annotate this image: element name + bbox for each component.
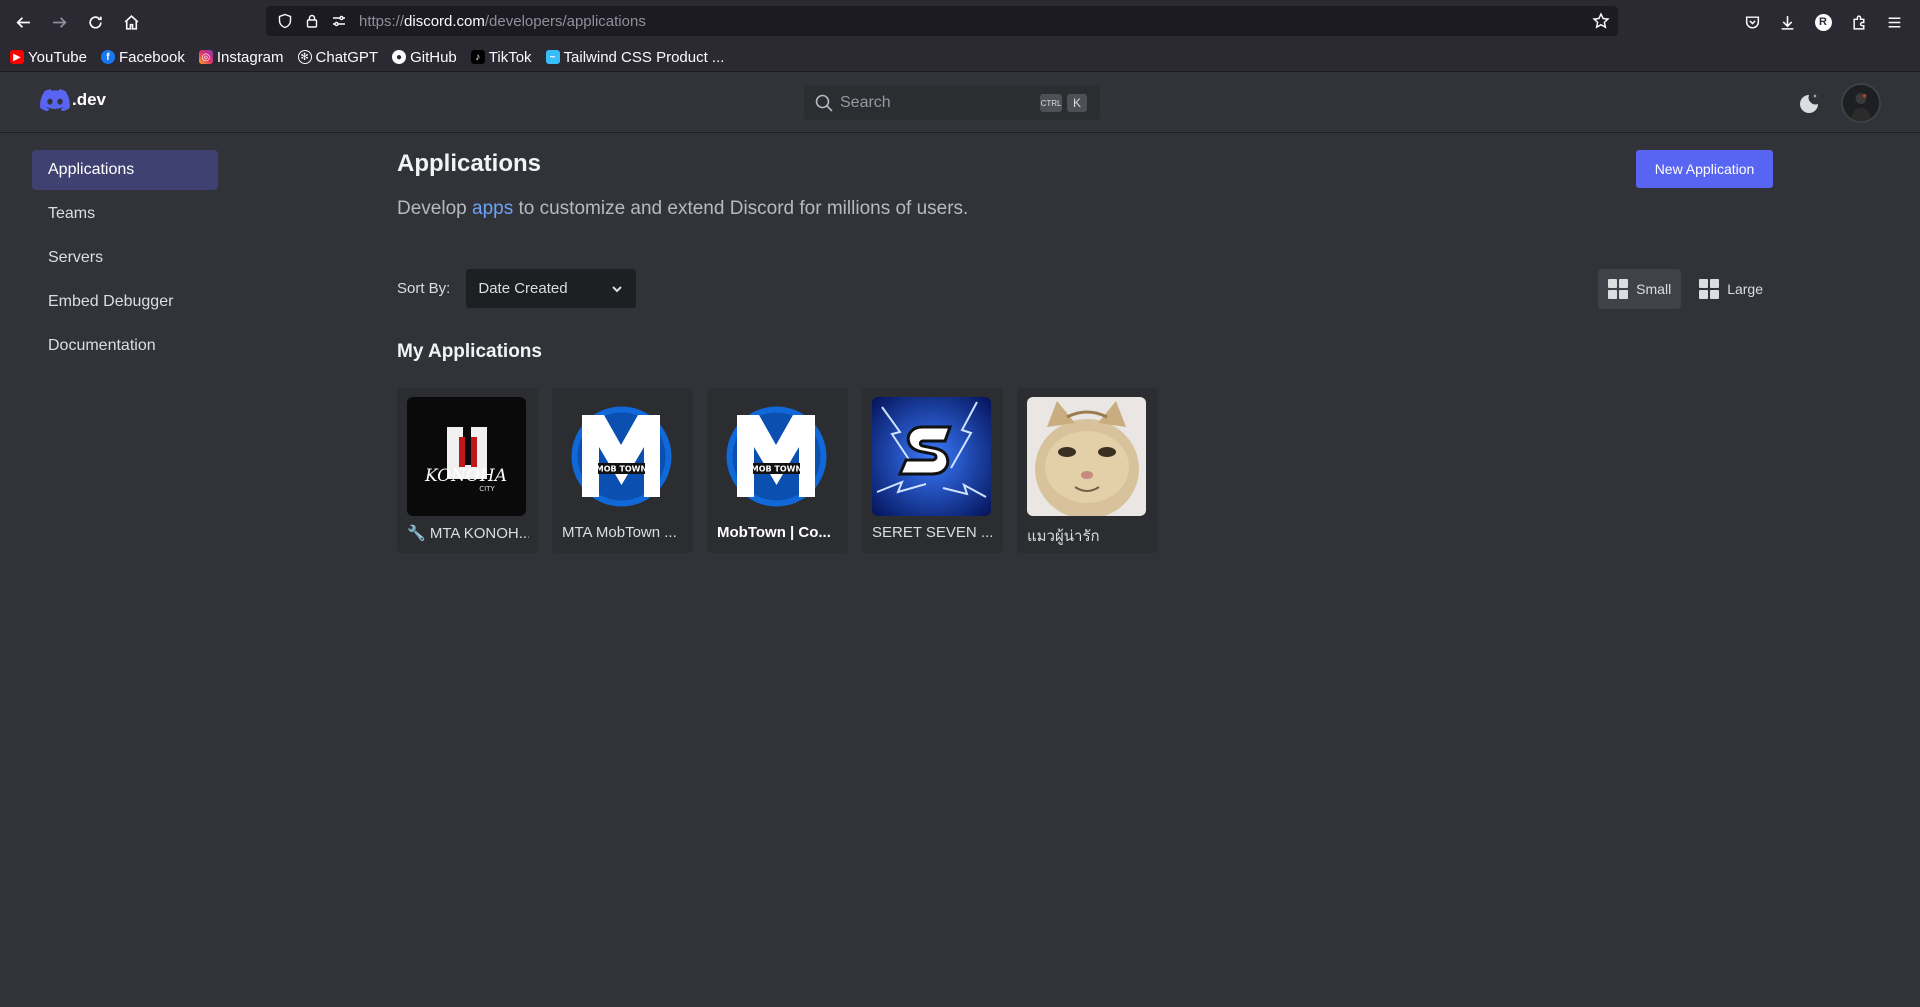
github-icon: ● xyxy=(392,50,407,64)
forward-icon[interactable] xyxy=(45,8,73,36)
app-card[interactable]: KONOHA CITY 🔧 MTA KONOH... xyxy=(397,388,538,553)
view-small-button[interactable]: Small xyxy=(1598,269,1682,309)
tailwind-icon: ~ xyxy=(545,50,560,64)
app-name: MTA MobTown ... xyxy=(562,524,677,541)
bookmark-facebook[interactable]: f Facebook xyxy=(100,49,185,66)
profile-icon[interactable]: R xyxy=(1809,8,1837,36)
main-content: Applications New Application Develop app… xyxy=(397,150,1773,553)
cat-photo xyxy=(1027,397,1146,516)
instagram-icon: ◎ xyxy=(198,50,213,64)
search-icon xyxy=(815,94,833,112)
app-name: MobTown | Co... xyxy=(717,524,831,541)
discord-logo-icon xyxy=(40,89,70,111)
applications-grid: KONOHA CITY 🔧 MTA KONOH... MOB TOWN MTA … xyxy=(397,388,1158,553)
sidebar-item-applications[interactable]: Applications xyxy=(32,150,218,190)
app-name: SERET SEVEN ... xyxy=(872,524,994,541)
url-text[interactable]: https://discord.com/developers/applicati… xyxy=(359,13,646,30)
app-card[interactable]: MOB TOWN MobTown | Co... xyxy=(707,388,848,553)
sidebar: Applications Teams Servers Embed Debugge… xyxy=(32,150,218,370)
app-name: แมวผู้น่ารัก xyxy=(1027,528,1100,545)
mta-mobtown-logo: MOB TOWN xyxy=(717,397,836,516)
bookmark-tiktok[interactable]: ♪ TikTok xyxy=(470,49,532,66)
back-icon[interactable] xyxy=(9,8,37,36)
sort-select[interactable]: Date Created xyxy=(466,269,637,308)
bookmarks-bar: ▶ YouTube f Facebook ◎ Instagram ✻ ChatG… xyxy=(10,44,724,70)
shield-icon[interactable] xyxy=(277,13,293,29)
sidebar-item-servers[interactable]: Servers xyxy=(32,238,218,278)
sort-row: Sort By: Date Created xyxy=(397,269,637,308)
tiktok-icon: ♪ xyxy=(470,50,485,64)
download-icon[interactable] xyxy=(1773,8,1801,36)
mta-mobtown-logo: MOB TOWN xyxy=(562,397,681,516)
browser-toolbar: https://discord.com/developers/applicati… xyxy=(0,0,1920,72)
dark-mode-icon[interactable] xyxy=(1797,92,1821,116)
my-applications-heading: My Applications xyxy=(397,341,542,362)
view-large-button[interactable]: Large xyxy=(1689,269,1773,309)
view-toggle: Small Large xyxy=(1598,269,1773,309)
app-card[interactable]: MOB TOWN MTA MobTown ... xyxy=(552,388,693,553)
bookmark-tailwind[interactable]: ~ Tailwind CSS Product ... xyxy=(545,49,724,66)
url-bar[interactable]: https://discord.com/developers/applicati… xyxy=(266,6,1618,36)
bookmark-github[interactable]: ● GitHub xyxy=(392,49,457,66)
grid-large-icon xyxy=(1699,279,1720,299)
extensions-icon[interactable] xyxy=(1845,8,1873,36)
permissions-icon[interactable] xyxy=(331,13,347,29)
discord-dev-logo[interactable]: .dev xyxy=(40,89,106,111)
bookmark-star-icon[interactable] xyxy=(1592,12,1610,30)
reload-icon[interactable] xyxy=(81,8,109,36)
svg-text:MOB TOWN: MOB TOWN xyxy=(751,465,802,474)
grid-small-icon xyxy=(1608,279,1629,299)
shortcut-ctrl-key: CTRL xyxy=(1040,94,1062,112)
app-card[interactable]: SERET SEVEN ... xyxy=(862,388,1003,553)
home-icon[interactable] xyxy=(117,8,145,36)
svg-text:KONOHA: KONOHA xyxy=(424,466,507,486)
search-input[interactable]: Search CTRL K xyxy=(804,86,1100,120)
bookmark-youtube[interactable]: ▶ YouTube xyxy=(10,49,87,66)
konoha-city-logo: KONOHA CITY xyxy=(407,397,526,516)
bookmark-instagram[interactable]: ◎ Instagram xyxy=(198,49,284,66)
page-title: Applications xyxy=(397,150,542,177)
apps-link[interactable]: apps xyxy=(472,198,513,219)
facebook-icon: f xyxy=(100,50,115,64)
bookmark-chatgpt[interactable]: ✻ ChatGPT xyxy=(297,49,378,66)
chevron-down-icon xyxy=(612,285,623,292)
lightning-s-logo xyxy=(872,397,991,516)
page-subtitle: Develop apps to customize and extend Dis… xyxy=(397,198,969,219)
new-application-button[interactable]: New Application xyxy=(1636,150,1773,188)
shortcut-k-key: K xyxy=(1067,94,1087,112)
pocket-icon[interactable] xyxy=(1738,8,1766,36)
sidebar-item-embed-debugger[interactable]: Embed Debugger xyxy=(32,282,218,322)
dev-header: .dev Search CTRL K xyxy=(0,72,1920,133)
sort-label: Sort By: xyxy=(397,280,451,297)
sidebar-item-teams[interactable]: Teams xyxy=(32,194,218,234)
lock-icon[interactable] xyxy=(304,13,320,29)
menu-icon[interactable] xyxy=(1880,8,1908,36)
svg-text:CITY: CITY xyxy=(479,485,495,493)
svg-text:MOB TOWN: MOB TOWN xyxy=(596,465,647,474)
sidebar-item-documentation[interactable]: Documentation xyxy=(32,326,218,366)
chatgpt-icon: ✻ xyxy=(297,50,312,64)
youtube-icon: ▶ xyxy=(10,50,24,64)
avatar[interactable] xyxy=(1841,83,1881,123)
app-name: 🔧 MTA KONOH... xyxy=(407,525,529,542)
app-card[interactable]: แมวผู้น่ารัก xyxy=(1017,388,1158,553)
